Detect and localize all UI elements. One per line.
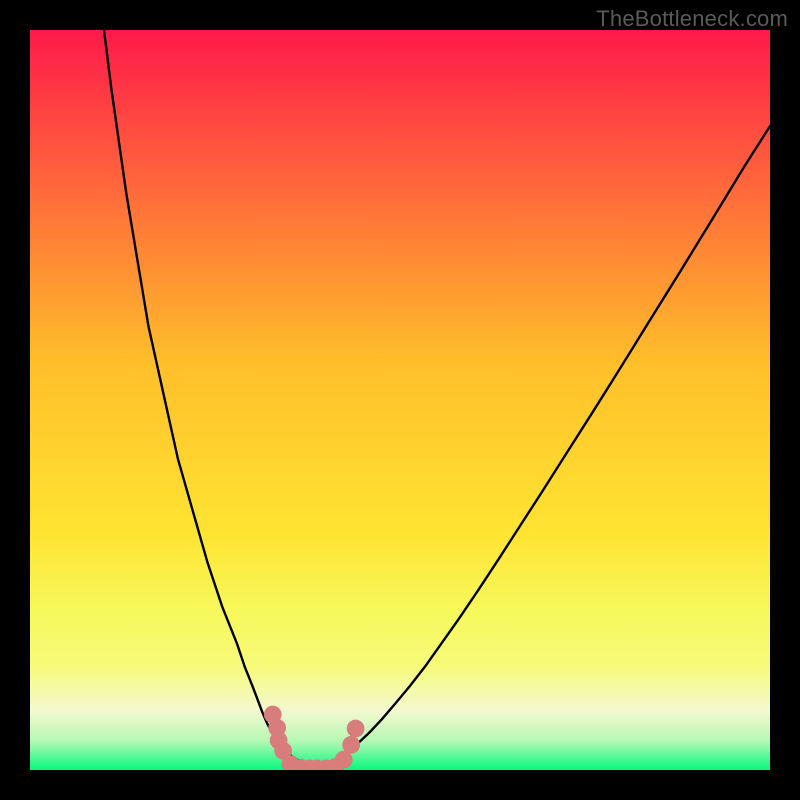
watermark-text: TheBottleneck.com [596,6,788,32]
plot-svg [30,30,770,770]
sample-point [342,736,360,754]
gradient-background [30,30,770,770]
chart-stage: TheBottleneck.com [0,0,800,800]
sample-point [347,720,365,738]
plot-frame [30,30,770,770]
